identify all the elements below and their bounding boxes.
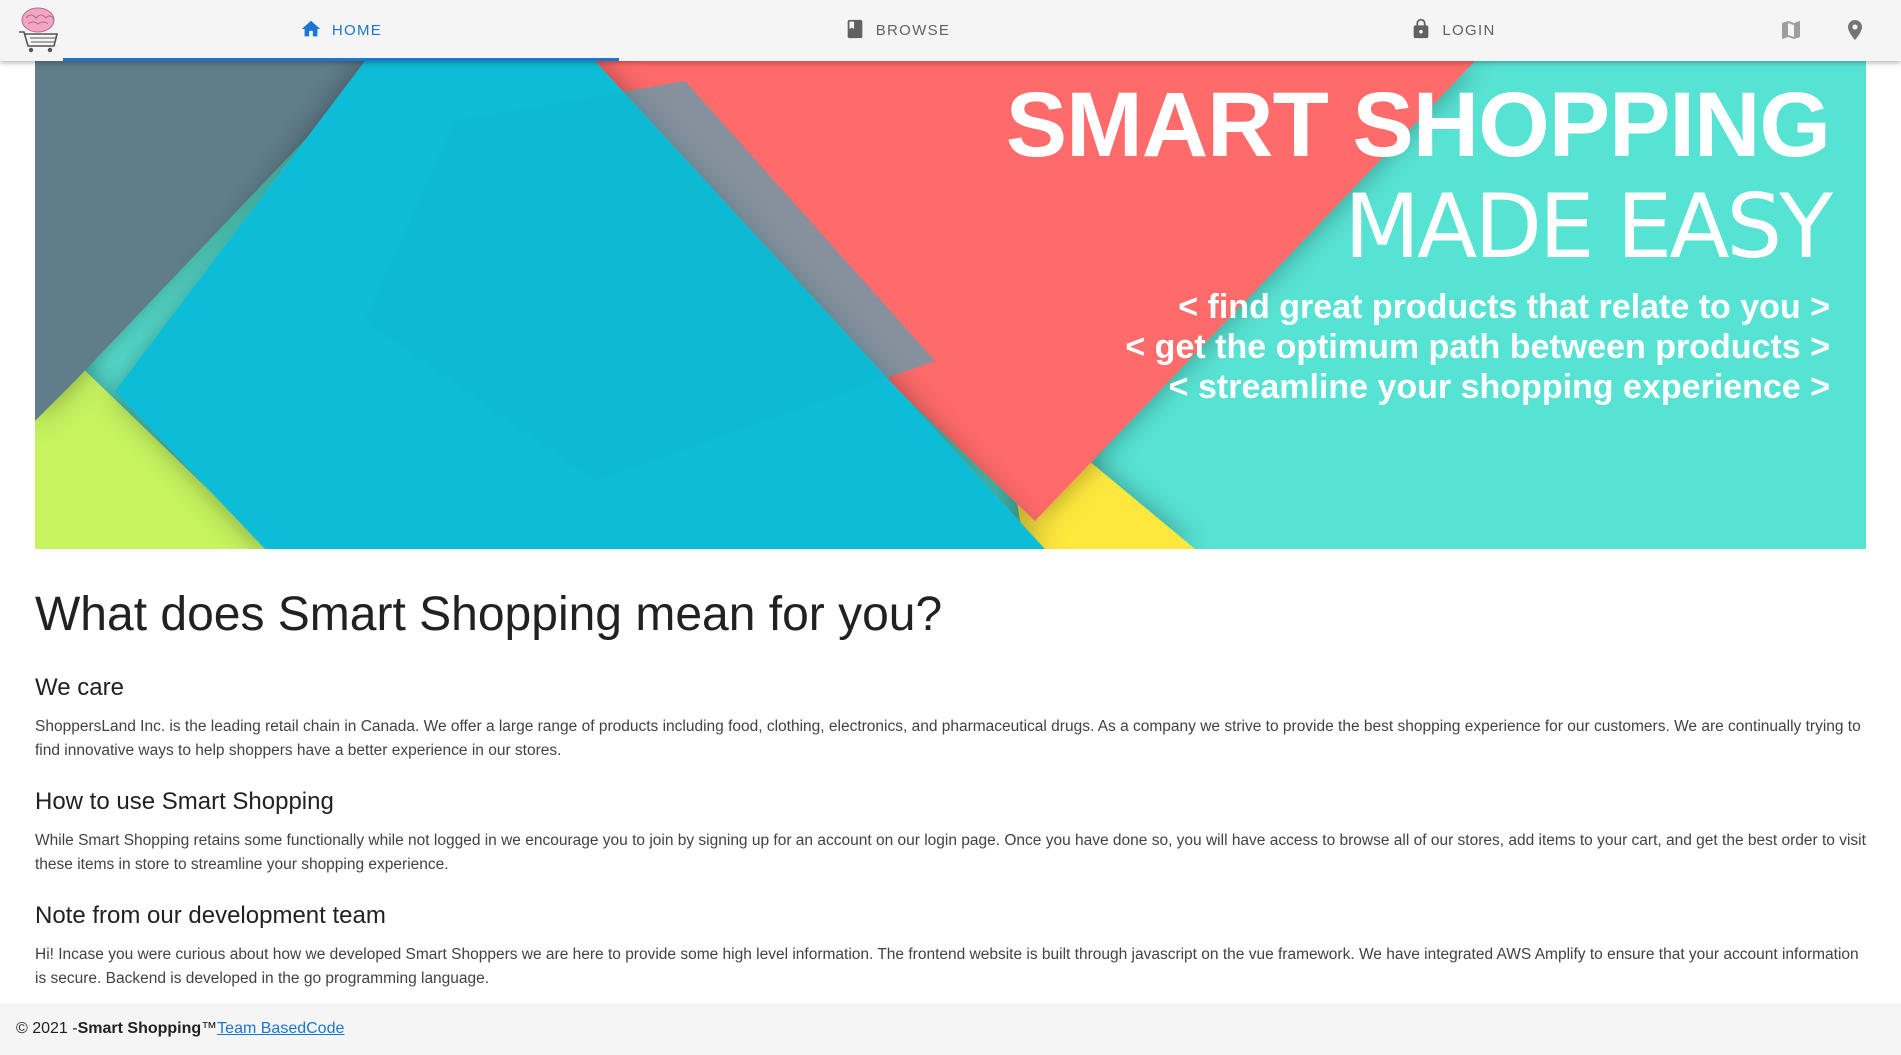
lock-icon — [1410, 18, 1432, 44]
hero-bullet: < find great products that relate to you… — [1178, 288, 1830, 326]
footer-trademark: ™ — [201, 1020, 218, 1037]
tab-home[interactable]: HOME — [63, 0, 619, 61]
footer-copyright: © 2021 - — [16, 1020, 78, 1037]
active-tab-indicator — [63, 58, 619, 61]
page-title: What does Smart Shopping mean for you? — [35, 588, 943, 641]
hero-bullets: < find great products that relate to you… — [1006, 287, 1830, 407]
hero-subtitle: MADE EASY — [1344, 175, 1833, 278]
footer: © 2021 - Smart Shopping ™ Team BasedCode — [0, 1003, 1901, 1055]
section-body-dev-note: Hi! Incase you were curious about how we… — [35, 946, 1859, 987]
section-body-how-to-use: While Smart Shopping retains some functi… — [35, 832, 1866, 873]
map-icon[interactable] — [1779, 18, 1803, 42]
section-body-we-care: ShoppersLand Inc. is the leading retail … — [35, 718, 1861, 759]
hero-bullet: < get the optimum path between products … — [1125, 328, 1830, 366]
team-link[interactable]: Team BasedCode — [217, 1020, 344, 1038]
book-icon — [844, 18, 866, 44]
home-icon — [300, 18, 322, 44]
section-heading-dev-note: Note from our development team — [35, 902, 386, 929]
tab-login-label: LOGIN — [1442, 22, 1496, 39]
tab-browse-label: BROWSE — [875, 22, 951, 39]
top-app-bar: HOME BROWSE LOGIN — [0, 0, 1901, 61]
tab-login[interactable]: LOGIN — [1175, 0, 1731, 61]
section-heading-we-care: We care — [35, 674, 124, 701]
hero-bullet: < streamline your shopping experience > — [1168, 368, 1830, 406]
hero-banner: SMART SHOPPING MADE EASY < find great pr… — [35, 61, 1866, 549]
map-marker-icon[interactable] — [1843, 18, 1867, 42]
shopping-cart-brain-logo[interactable] — [16, 6, 60, 54]
hero-text: SMART SHOPPING MADE EASY < find great pr… — [1005, 61, 1833, 407]
section-heading-how-to-use: How to use Smart Shopping — [35, 788, 334, 815]
tab-home-label: HOME — [331, 22, 383, 39]
footer-brand: Smart Shopping — [77, 1020, 202, 1037]
main-content: What does Smart Shopping mean for you? W… — [35, 585, 1870, 991]
tab-browse[interactable]: BROWSE — [619, 0, 1175, 61]
hero-title: SMART SHOPPING — [1005, 74, 1831, 176]
